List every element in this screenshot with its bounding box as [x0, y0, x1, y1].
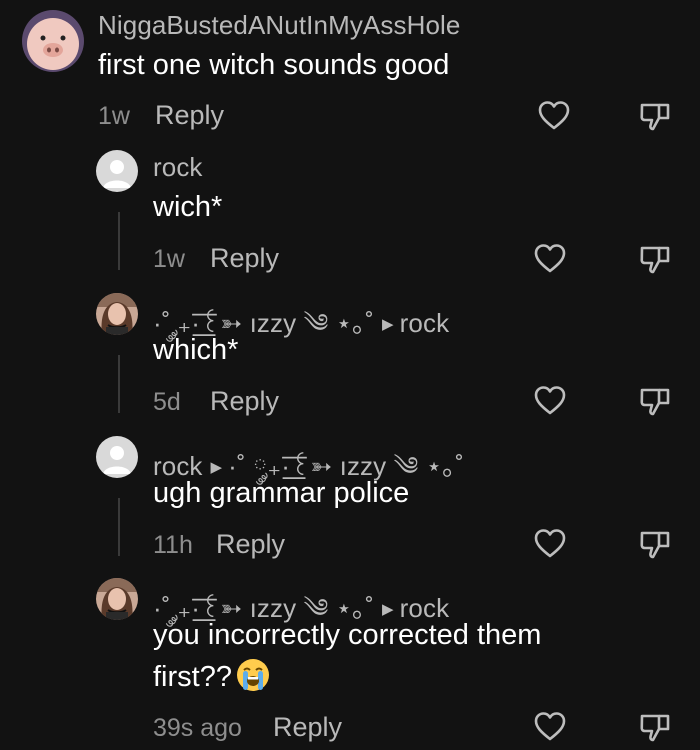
heart-icon[interactable]	[533, 384, 567, 418]
reply-to-name[interactable]: rock	[400, 308, 450, 338]
heart-icon[interactable]	[533, 710, 567, 744]
comment-text: which*	[153, 334, 239, 366]
comment-text-word: first??	[153, 661, 232, 693]
comment-timestamp: 5d	[153, 388, 181, 416]
comment-author[interactable]: rock	[153, 152, 203, 183]
avatar[interactable]	[22, 10, 84, 72]
avatar[interactable]	[96, 293, 138, 335]
comment-timestamp: 39s ago	[153, 714, 242, 742]
thumbs-down-icon[interactable]	[638, 527, 672, 561]
avatar[interactable]	[96, 150, 138, 192]
thumbs-down-icon[interactable]	[638, 384, 672, 418]
comment-text: first one witch sounds good	[98, 49, 450, 81]
loudly-crying-face-icon	[236, 659, 269, 691]
thread-line	[118, 212, 120, 270]
comment-author[interactable]: NiggaBustedANutInMyAssHole	[98, 10, 460, 41]
comment-timestamp: 1w	[153, 245, 185, 273]
comment-text-line: first??	[153, 656, 270, 698]
comment-text-line: you incorrectly corrected them	[153, 619, 542, 651]
reply-button[interactable]: Reply	[210, 386, 279, 417]
thumbs-down-icon[interactable]	[638, 242, 672, 276]
comment-text: wich*	[153, 191, 223, 223]
reply-button[interactable]: Reply	[273, 712, 342, 743]
reply-arrow-icon: ▶	[382, 316, 394, 333]
thumbs-down-icon[interactable]	[638, 99, 672, 133]
heart-icon[interactable]	[537, 99, 571, 133]
thread-line	[118, 355, 120, 413]
comment-timestamp: 11h	[153, 531, 193, 559]
avatar[interactable]	[96, 578, 138, 620]
comment-text: ugh grammar police	[153, 477, 410, 509]
thumbs-down-icon[interactable]	[638, 710, 672, 744]
heart-icon[interactable]	[533, 242, 567, 276]
reply-button[interactable]: Reply	[155, 100, 224, 131]
comment-timestamp: 1w	[98, 102, 130, 130]
reply-button[interactable]: Reply	[210, 243, 279, 274]
avatar[interactable]	[96, 436, 138, 478]
thread-line	[118, 498, 120, 556]
heart-icon[interactable]	[533, 527, 567, 561]
reply-button[interactable]: Reply	[216, 529, 285, 560]
